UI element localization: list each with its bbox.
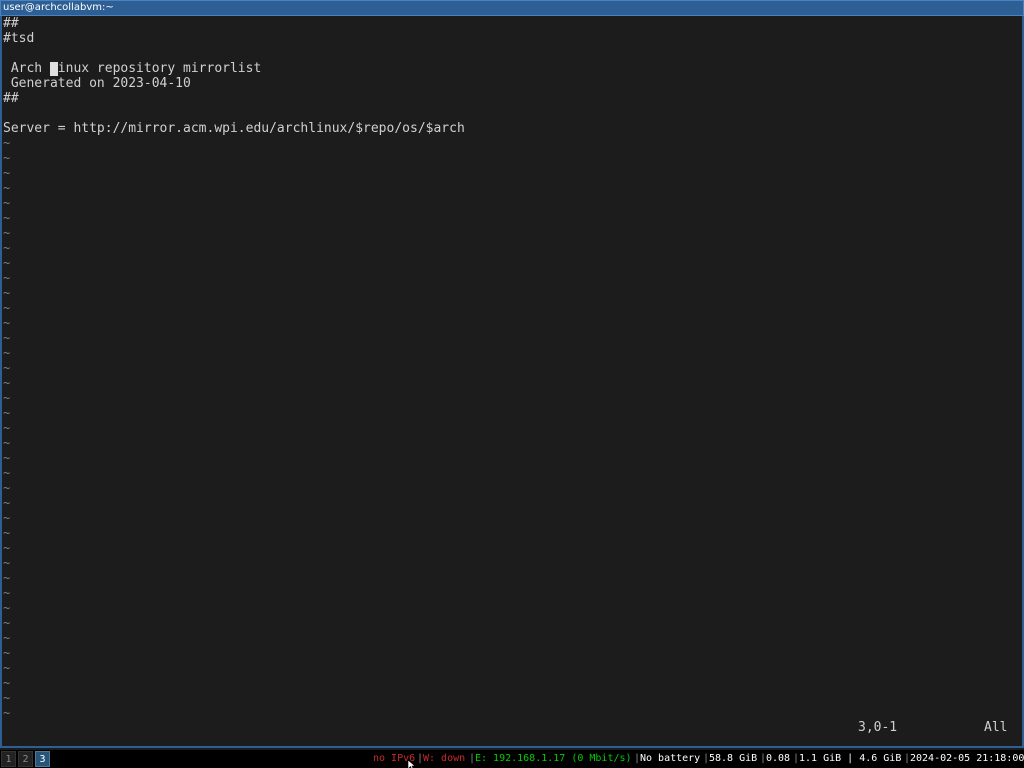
empty-line-marker: ~ [3, 616, 11, 630]
status-battery: No battery [640, 753, 701, 764]
empty-line-marker: ~ [3, 241, 11, 255]
empty-line-marker: ~ [3, 481, 11, 495]
empty-line-marker: ~ [3, 556, 11, 570]
empty-line-marker: ~ [3, 166, 11, 180]
empty-line-marker: ~ [3, 286, 11, 300]
empty-line-marker: ~ [3, 271, 11, 285]
empty-line-marker: ~ [3, 406, 11, 420]
empty-line-marker: ~ [3, 436, 11, 450]
text-cursor [49, 62, 58, 76]
workspace-button-1[interactable]: 1 [1, 751, 16, 767]
empty-line-marker: ~ [3, 541, 11, 555]
buffer-line: Arch Linux repository mirrorlist [3, 61, 262, 76]
empty-line-marker: ~ [3, 631, 11, 645]
empty-line-marker: ~ [3, 361, 11, 375]
empty-line-marker: ~ [3, 646, 11, 660]
empty-line-marker: ~ [3, 526, 11, 540]
status-load: 0.08 [766, 753, 791, 764]
buffer-line [3, 106, 1018, 121]
empty-line-marker: ~ [3, 466, 11, 480]
empty-line-marker: ~ [3, 706, 11, 720]
scroll-position: All [984, 720, 1008, 735]
buffer-line: Server = http://mirror.acm.wpi.edu/archl… [3, 121, 465, 136]
empty-line-marker: ~ [3, 586, 11, 600]
empty-line-marker: ~ [3, 391, 11, 405]
empty-line-marker: ~ [3, 346, 11, 360]
empty-line-marker: ~ [3, 181, 11, 195]
empty-line-marker: ~ [3, 571, 11, 585]
empty-line-marker: ~ [3, 376, 11, 390]
empty-line-marker: ~ [3, 601, 11, 615]
window-titlebar[interactable]: user@archcollabvm:~ [0, 0, 1024, 16]
status-bar: 1 2 3 no IPv6 | W: down | E: 192.168.1.1… [0, 750, 1024, 768]
buffer-line: ## [3, 91, 19, 106]
workspace-button-3[interactable]: 3 [35, 751, 50, 767]
workspace-button-2[interactable]: 2 [18, 751, 33, 767]
empty-line-markers: ~ ~ ~ ~ ~ ~ ~ ~ ~ ~ ~ ~ ~ ~ ~ ~ ~ ~ ~ ~ ~ ~ ~ ~ ~ ~ ~ ~ ~ ~ ~ ~ ~ ~ ~ ~ ~ ~ ~ [3, 136, 1018, 721]
empty-line-marker: ~ [3, 196, 11, 210]
empty-line-marker: ~ [3, 316, 11, 330]
empty-line-marker: ~ [3, 136, 11, 150]
empty-line-marker: ~ [3, 331, 11, 345]
empty-line-marker: ~ [3, 691, 11, 705]
terminal-window[interactable]: ## #tsd Arch Linux repository mirrorlist… [0, 16, 1024, 748]
empty-line-marker: ~ [3, 226, 11, 240]
vim-ruler: 3,0-1 All [2, 720, 1020, 736]
empty-line-marker: ~ [3, 496, 11, 510]
empty-line-marker: ~ [3, 511, 11, 525]
empty-line-marker: ~ [3, 676, 11, 690]
empty-line-marker: ~ [3, 301, 11, 315]
buffer-line: Generated on 2023-04-10 [3, 76, 191, 91]
status-memory: 1.1 GiB | 4.6 GiB [799, 753, 902, 764]
window-title: user@archcollabvm:~ [3, 2, 114, 13]
status-ethernet: E: 192.168.1.17 (0 Mbit/s) [475, 753, 632, 764]
status-wireless: W: down [423, 753, 466, 764]
buffer-line: #tsd [3, 31, 35, 46]
empty-line-marker: ~ [3, 661, 11, 675]
buffer-line-cursor [3, 46, 1018, 76]
buffer-line: ## [3, 16, 19, 31]
status-datetime: 2024-02-05 21:18:00 [910, 753, 1024, 764]
empty-line-marker: ~ [3, 256, 11, 270]
vim-buffer[interactable]: ## #tsd Arch Linux repository mirrorlist… [3, 16, 1018, 721]
empty-line-marker: ~ [3, 151, 11, 165]
cursor-position: 3,0-1 [858, 720, 898, 735]
empty-line-marker: ~ [3, 451, 11, 465]
empty-line-marker: ~ [3, 211, 11, 225]
status-disk: 58.8 GiB [709, 753, 758, 764]
empty-line-marker: ~ [3, 421, 11, 435]
